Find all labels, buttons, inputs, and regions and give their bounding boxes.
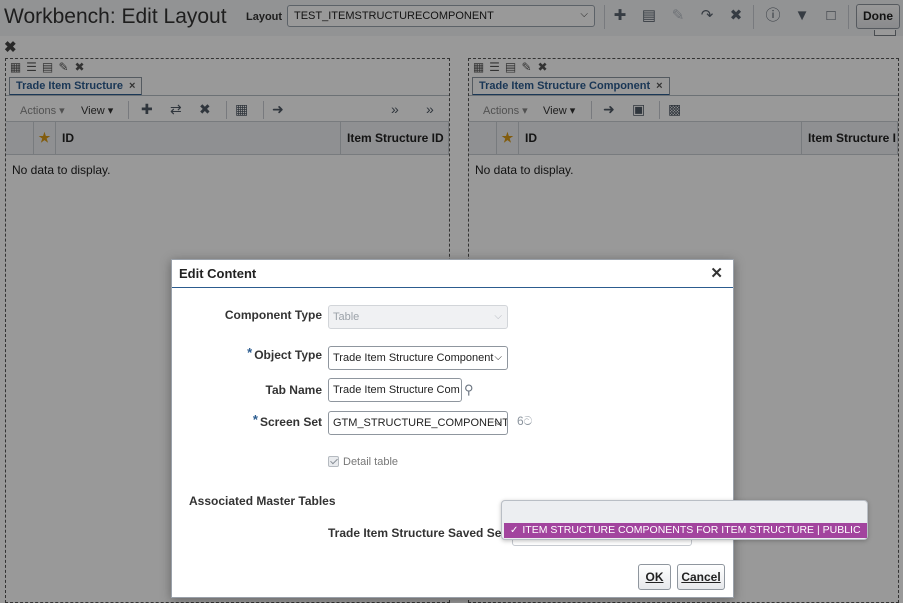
screen-set-select[interactable]: GTM_STRUCTURE_COMPONENT ⌵ xyxy=(328,411,508,435)
checkmark-icon: ✓ xyxy=(510,525,519,536)
cancel-button[interactable]: Cancel xyxy=(677,564,725,590)
checkbox-icon xyxy=(328,456,339,467)
dropdown-option-label: ITEM STRUCTURE COMPONENTS FOR ITEM STRUC… xyxy=(522,524,861,536)
detail-table-checkbox: Detail table xyxy=(328,456,398,468)
ok-button[interactable]: OK xyxy=(638,564,671,590)
object-type-label: * Object Type xyxy=(192,345,322,363)
screen-set-label: * Screen Set xyxy=(192,412,322,430)
chevron-down-icon: ⌵ xyxy=(494,311,502,322)
close-icon[interactable]: ✕ xyxy=(710,264,723,282)
chevron-down-icon: ⌵ xyxy=(494,352,502,363)
glasses-icon[interactable]: 6ට xyxy=(517,414,532,429)
search-icon[interactable]: ⚲ xyxy=(464,382,474,398)
screen-set-value: GTM_STRUCTURE_COMPONENT xyxy=(333,417,508,429)
tab-name-input[interactable]: Trade Item Structure Com xyxy=(328,378,462,402)
component-type-label: Component Type xyxy=(224,308,322,322)
associated-master-tables-label: Associated Master Tables xyxy=(189,494,336,508)
dialog-header: Edit Content ✕ xyxy=(172,260,733,288)
tab-name-label: Tab Name xyxy=(265,383,322,397)
dialog-title: Edit Content xyxy=(179,266,257,281)
required-asterisk: * xyxy=(247,345,253,360)
screen-set-label-text: Screen Set xyxy=(259,415,322,429)
object-type-value: Trade Item Structure Component xyxy=(333,352,494,364)
object-type-label-text: Object Type xyxy=(254,348,322,362)
edit-content-dialog: Edit Content ✕ Component Type Table ⌵ * O… xyxy=(171,259,734,598)
saved-search-label: Trade Item Structure Saved Search xyxy=(328,526,527,540)
object-type-select[interactable]: Trade Item Structure Component ⌵ xyxy=(328,346,508,370)
component-type-value: Table xyxy=(333,311,360,323)
dropdown-option-selected[interactable]: ✓ ITEM STRUCTURE COMPONENTS FOR ITEM STRU… xyxy=(504,523,867,538)
chevron-down-icon: ⌵ xyxy=(494,417,502,428)
detail-table-label: Detail table xyxy=(343,456,399,468)
required-asterisk: * xyxy=(252,412,258,427)
dropdown-option-empty[interactable] xyxy=(504,503,865,520)
component-type-select: Table ⌵ xyxy=(328,305,508,329)
saved-search-dropdown: ✓ ITEM STRUCTURE COMPONENTS FOR ITEM STRU… xyxy=(501,500,868,540)
